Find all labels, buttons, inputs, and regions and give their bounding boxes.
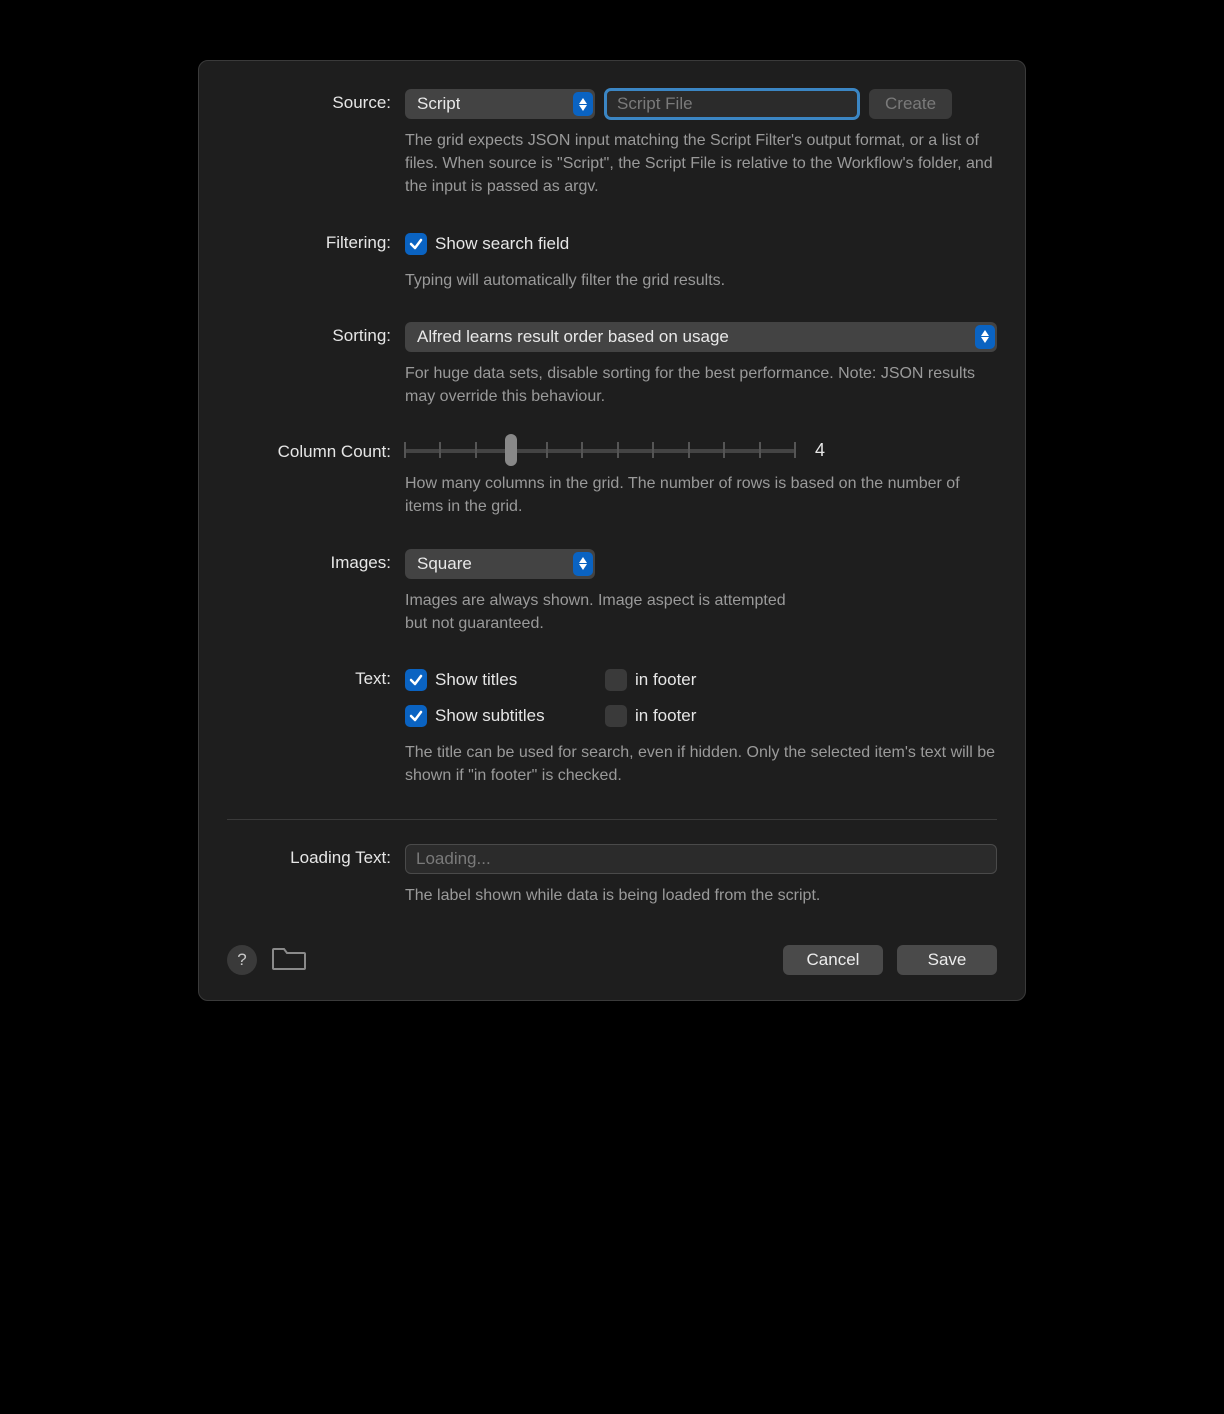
updown-icon [975, 325, 995, 349]
slider-tick [546, 442, 548, 458]
divider [227, 819, 997, 820]
updown-icon [573, 552, 593, 576]
loading-text-label: Loading Text: [227, 844, 405, 868]
show-subtitles-label: Show subtitles [435, 706, 545, 726]
images-row: Images: Square Images are always shown. … [227, 549, 997, 657]
text-label: Text: [227, 665, 405, 689]
create-button[interactable]: Create [869, 89, 952, 119]
slider-tick [723, 442, 725, 458]
column-count-slider[interactable] [405, 438, 795, 462]
column-count-label: Column Count: [227, 438, 405, 462]
text-row: Text: Show titles in footer Show subtitl… [227, 665, 997, 809]
subtitles-footer-checkbox[interactable] [605, 705, 627, 727]
column-count-value: 4 [815, 440, 835, 461]
folder-icon[interactable] [271, 943, 307, 976]
settings-panel: Source: Script Create The grid expects J… [198, 60, 1026, 1001]
filtering-label: Filtering: [227, 229, 405, 253]
save-button[interactable]: Save [897, 945, 997, 975]
sorting-row: Sorting: Alfred learns result order base… [227, 322, 997, 430]
slider-tick [688, 442, 690, 458]
slider-track [405, 449, 795, 453]
subtitles-footer-label: in footer [635, 706, 696, 726]
slider-tick [794, 442, 796, 458]
filtering-help: Typing will automatically filter the gri… [405, 269, 997, 292]
source-label: Source: [227, 89, 405, 113]
images-select-value: Square [417, 554, 472, 574]
slider-tick [617, 442, 619, 458]
source-select-value: Script [417, 94, 460, 114]
show-search-label: Show search field [435, 234, 569, 254]
column-count-help: How many columns in the grid. The number… [405, 472, 997, 518]
sorting-label: Sorting: [227, 322, 405, 346]
source-help: The grid expects JSON input matching the… [405, 129, 997, 199]
loading-text-row: Loading Text: The label shown while data… [227, 844, 997, 915]
filtering-row: Filtering: Show search field Typing will… [227, 229, 997, 314]
slider-tick [759, 442, 761, 458]
slider-tick [581, 442, 583, 458]
slider-thumb[interactable] [505, 434, 517, 466]
images-help: Images are always shown. Image aspect is… [405, 589, 805, 635]
help-icon[interactable]: ? [227, 945, 257, 975]
show-titles-checkbox[interactable] [405, 669, 427, 691]
slider-tick [652, 442, 654, 458]
titles-footer-label: in footer [635, 670, 696, 690]
source-select[interactable]: Script [405, 89, 595, 119]
show-search-checkbox[interactable] [405, 233, 427, 255]
images-label: Images: [227, 549, 405, 573]
sorting-select-value: Alfred learns result order based on usag… [417, 327, 729, 347]
slider-tick [404, 442, 406, 458]
footer: ? Cancel Save [227, 943, 997, 976]
cancel-button[interactable]: Cancel [783, 945, 883, 975]
images-select[interactable]: Square [405, 549, 595, 579]
titles-footer-checkbox[interactable] [605, 669, 627, 691]
text-help: The title can be used for search, even i… [405, 741, 997, 787]
updown-icon [573, 92, 593, 116]
loading-text-help: The label shown while data is being load… [405, 884, 997, 907]
slider-tick [475, 442, 477, 458]
sorting-select[interactable]: Alfred learns result order based on usag… [405, 322, 997, 352]
column-count-row: Column Count: 4 How many columns in the … [227, 438, 997, 540]
source-row: Source: Script Create The grid expects J… [227, 89, 997, 221]
loading-text-input[interactable] [405, 844, 997, 874]
slider-tick [439, 442, 441, 458]
sorting-help: For huge data sets, disable sorting for … [405, 362, 997, 408]
show-titles-label: Show titles [435, 670, 517, 690]
script-file-input[interactable] [605, 89, 859, 119]
show-subtitles-checkbox[interactable] [405, 705, 427, 727]
